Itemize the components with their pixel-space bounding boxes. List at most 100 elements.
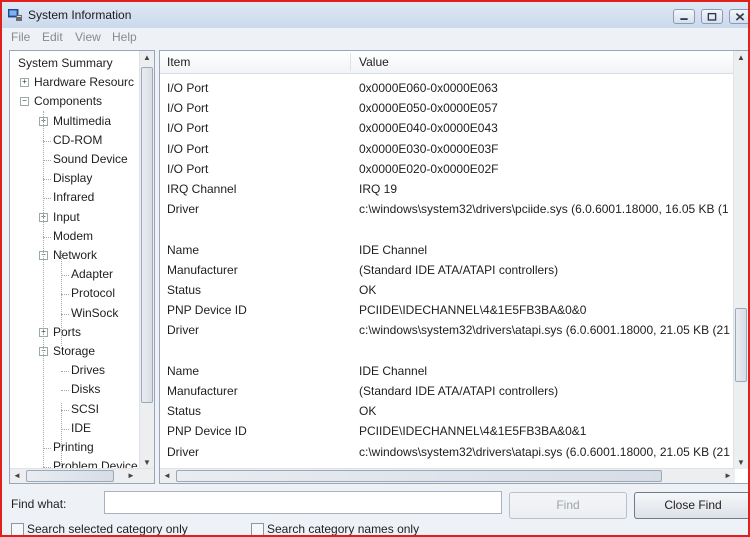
tree-item-printing[interactable]: Printing — [53, 438, 94, 457]
menu-edit[interactable]: Edit — [42, 30, 63, 44]
tree-item-sound-device[interactable]: Sound Device — [53, 150, 128, 169]
tree-item-scsi[interactable]: SCSI — [71, 400, 99, 419]
scroll-down-icon[interactable]: ▼ — [734, 458, 748, 467]
close-find-button[interactable]: Close Find — [634, 492, 748, 519]
tree-vertical-thumb[interactable] — [141, 67, 153, 403]
table-row[interactable]: Status OK — [160, 280, 735, 300]
table-row[interactable]: Driver c:\windows\system32\drivers\atapi.… — [160, 320, 735, 340]
tree-item-adapter[interactable]: Adapter — [71, 265, 113, 284]
tree-item-system-summary[interactable]: System Summary — [18, 54, 113, 73]
menu-file[interactable]: File — [11, 30, 30, 44]
tree-connector — [43, 179, 51, 181]
item-cell: Name — [167, 242, 200, 257]
value-cell: IDE Channel — [359, 242, 428, 257]
table-row[interactable]: Name IDE Channel — [160, 361, 735, 381]
details-list[interactable]: Item Value I/O Port 0x0000E060-0x0000E063… — [159, 50, 748, 484]
tree-item-components[interactable]: Components — [34, 92, 102, 111]
table-row[interactable]: Driver c:\windows\system32\drivers\pciide… — [160, 199, 735, 219]
maximize-button[interactable] — [701, 9, 723, 24]
category-tree[interactable]: System Summary Hardware Resourc + Component… — [9, 50, 155, 484]
value-cell: c:\windows\system32\drivers\atapi.sys (6… — [359, 444, 730, 459]
column-header-value[interactable]: Value — [359, 55, 389, 69]
table-row[interactable]: IRQ Channel IRQ 19 — [160, 179, 735, 199]
list-horizontal-thumb[interactable] — [176, 470, 662, 482]
tree-item-label: Protocol — [71, 286, 116, 301]
tree-item-cd-rom[interactable]: CD-ROM — [53, 131, 102, 150]
tree-item-network[interactable]: Network — [53, 246, 97, 265]
scroll-left-icon[interactable]: ◄ — [10, 471, 24, 480]
item-cell: I/O Port — [167, 121, 209, 136]
table-row[interactable]: Manufacturer (Standard IDE ATA/ATAPI cont… — [160, 381, 735, 401]
scroll-right-icon[interactable]: ► — [124, 471, 138, 480]
tree-item-winsock[interactable]: WinSock — [71, 304, 118, 323]
minimize-button[interactable] — [673, 9, 695, 24]
tree-connector — [43, 160, 51, 161]
list-vertical-thumb[interactable] — [735, 308, 747, 382]
list-horizontal-scrollbar[interactable]: ◄ ► — [160, 468, 735, 483]
scroll-up-icon[interactable]: ▲ — [140, 53, 154, 62]
tree-item-protocol[interactable]: Protocol — [71, 284, 115, 303]
tree-item-label: Disks — [71, 382, 101, 397]
value-cell: 0x0000E030-0x0000E03F — [359, 141, 499, 156]
close-button[interactable] — [729, 9, 748, 24]
table-row[interactable]: I/O Port 0x0000E020-0x0000E02F — [160, 159, 735, 179]
item-cell: I/O Port — [167, 81, 209, 95]
checkbox-box[interactable] — [11, 523, 24, 535]
tree-vertical-scrollbar[interactable]: ▲ ▼ — [139, 51, 154, 469]
scroll-down-icon[interactable]: ▼ — [140, 458, 154, 467]
menu-help[interactable]: Help — [112, 30, 137, 44]
list-vertical-scrollbar[interactable]: ▲ ▼ — [733, 51, 748, 469]
item-cell: IRQ Channel — [167, 182, 237, 196]
table-row[interactable]: PNP Device ID PCIIDE\IDECHANNEL\4&1E5FB3B… — [160, 300, 735, 320]
scroll-right-icon[interactable]: ► — [721, 471, 735, 480]
tree-item-drives[interactable]: Drives — [71, 361, 105, 380]
tree-item-label: Multimedia — [53, 113, 112, 128]
tree-connector — [61, 428, 69, 430]
tree-connector — [61, 390, 69, 392]
tree-item-ide[interactable]: IDE — [71, 419, 91, 438]
tree-item-infrared[interactable]: Infrared — [53, 188, 94, 207]
item-cell: Manufacturer — [167, 384, 238, 398]
item-cell: Manufacturer — [167, 262, 238, 277]
table-row[interactable]: Name IDE Channel — [160, 240, 735, 260]
tree-item-disks[interactable]: Disks — [71, 380, 100, 399]
item-cell: Status — [167, 404, 202, 419]
table-row[interactable]: I/O Port 0x0000E030-0x0000E03F — [160, 139, 735, 159]
menu-bar: File Edit View Help — [2, 28, 748, 46]
table-row[interactable]: Driver c:\windows\system32\drivers\atapi.… — [160, 442, 735, 462]
column-header-item[interactable]: Item — [167, 55, 190, 69]
tree-item-label: Storage — [53, 344, 96, 358]
scroll-left-icon[interactable]: ◄ — [160, 471, 174, 480]
tree-item-ports[interactable]: Ports — [53, 323, 81, 342]
tree-item-multimedia[interactable]: Multimedia — [53, 112, 111, 131]
tree-item-storage[interactable]: Storage — [53, 342, 95, 361]
tree-item-label: Sound Device — [53, 152, 128, 166]
tree-item-display[interactable]: Display — [53, 169, 92, 188]
checkbox-box[interactable] — [251, 523, 264, 535]
collapse-icon[interactable]: − — [20, 97, 29, 107]
table-row[interactable] — [160, 341, 735, 361]
tree-item-modem[interactable]: Modem — [53, 227, 93, 246]
expand-icon[interactable]: + — [20, 78, 29, 88]
table-row[interactable]: I/O Port 0x0000E050-0x0000E057 — [160, 98, 735, 118]
tree-item-label: Input — [53, 209, 80, 224]
item-cell: PNP Device ID — [167, 424, 247, 439]
table-row[interactable]: Manufacturer (Standard IDE ATA/ATAPI cont… — [160, 260, 735, 280]
table-row[interactable] — [160, 219, 735, 239]
tree-horizontal-scrollbar[interactable]: ◄ ► — [10, 468, 154, 483]
tree-horizontal-thumb[interactable] — [26, 470, 114, 482]
tree-item-input[interactable]: Input — [53, 208, 80, 227]
title-bar[interactable]: System Information — [2, 2, 748, 28]
find-button[interactable]: Find — [509, 492, 627, 519]
table-row[interactable]: PNP Device ID PCIIDE\IDECHANNEL\4&1E5FB3B… — [160, 421, 735, 441]
table-row[interactable]: I/O Port 0x0000E060-0x0000E063 — [160, 78, 735, 98]
tree-item-label: Drives — [71, 363, 106, 378]
scroll-up-icon[interactable]: ▲ — [734, 53, 748, 62]
table-row[interactable]: Status OK — [160, 401, 735, 421]
table-row[interactable]: I/O Port 0x0000E040-0x0000E043 — [160, 118, 735, 138]
tree-connector — [61, 371, 69, 373]
column-divider[interactable] — [350, 53, 351, 71]
menu-view[interactable]: View — [75, 30, 101, 44]
find-what-input[interactable] — [104, 491, 502, 514]
tree-item-hardware-resourc[interactable]: Hardware Resourc — [34, 73, 134, 92]
